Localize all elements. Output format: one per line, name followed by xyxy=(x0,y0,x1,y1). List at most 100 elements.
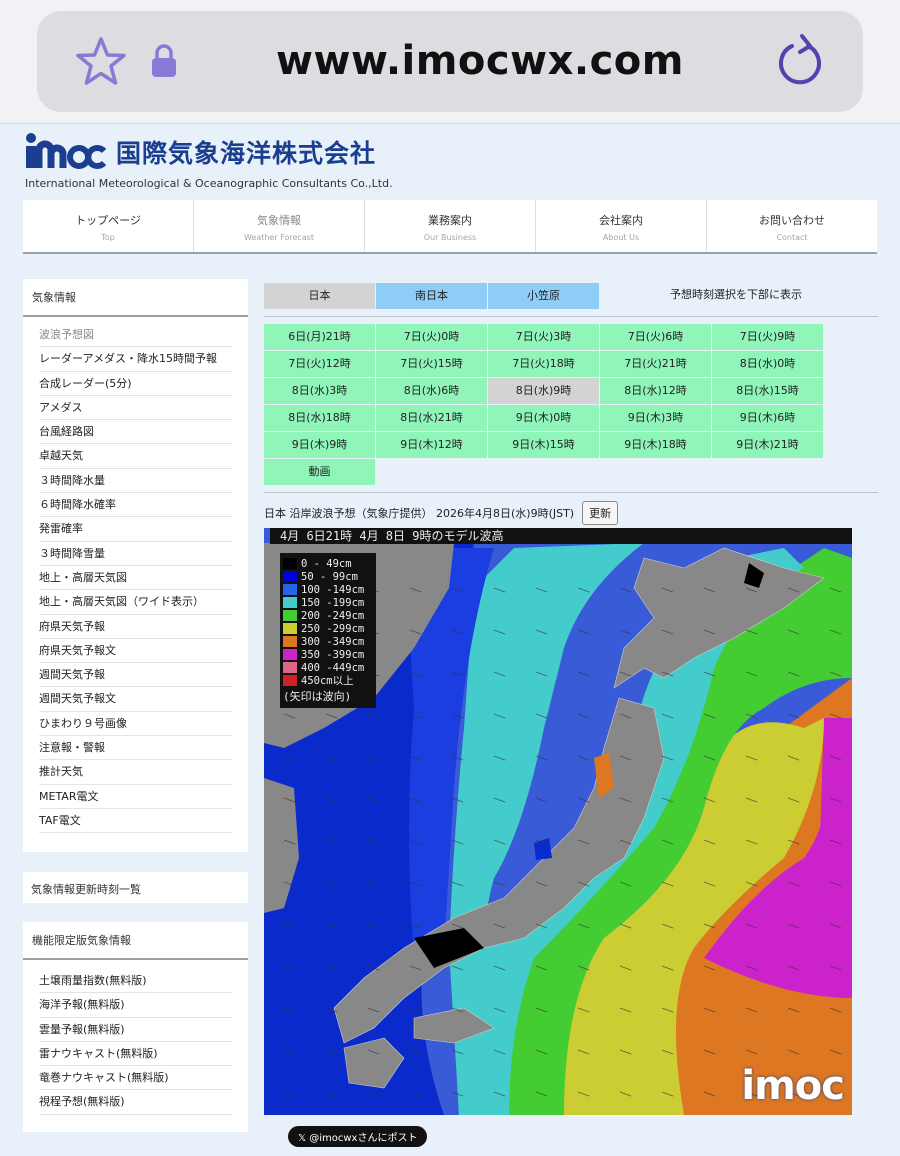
legend-row: 0 - 49cm xyxy=(283,557,373,570)
legend-label: 450cm以上 xyxy=(301,675,354,687)
legend-row: 50 - 99cm xyxy=(283,570,373,583)
legend-label: 100 -149cm xyxy=(301,583,365,596)
sidebar-item[interactable]: 注意報・警報 xyxy=(39,736,232,761)
limited-item[interactable]: 海洋予報(無料版) xyxy=(39,993,232,1018)
sidebar-item[interactable]: 台風経路図 xyxy=(39,420,232,445)
time-cell[interactable]: 9日(木)12時 xyxy=(376,432,487,458)
sidebar-update-times[interactable]: 気象情報更新時刻一覧 xyxy=(23,872,248,903)
sidebar-item[interactable]: ひまわり９号画像 xyxy=(39,712,232,737)
time-cell[interactable]: 7日(火)6時 xyxy=(600,324,711,350)
sidebar-item[interactable]: 府県天気予報文 xyxy=(39,639,232,664)
sidebar-item[interactable]: ３時間降水量 xyxy=(39,469,232,494)
divider xyxy=(264,492,878,493)
limited-list: 土壌雨量指数(無料版) 海洋予報(無料版) 雲量予報(無料版) 雷ナウキャスト(無料版… xyxy=(23,960,248,1123)
sidebar-item[interactable]: 卓越天気 xyxy=(39,444,232,469)
sidebar-item[interactable]: レーダーアメダス・降水15時間予報 xyxy=(39,347,232,372)
legend-swatch xyxy=(283,584,297,595)
nav-label: 会社案内 xyxy=(599,214,643,227)
time-cell[interactable]: 9日(木)18時 xyxy=(600,432,711,458)
nav-top[interactable]: トップページ Top xyxy=(23,200,194,252)
time-cell[interactable]: 7日(火)3時 xyxy=(488,324,599,350)
reload-icon[interactable] xyxy=(776,34,824,86)
sidebar-item[interactable]: 合成レーダー(5分) xyxy=(39,372,232,396)
time-cell[interactable]: 8日(水)9時 xyxy=(488,378,599,404)
time-cell[interactable]: 7日(火)0時 xyxy=(376,324,487,350)
nav-our-business[interactable]: 業務案内 Our Business xyxy=(365,200,536,252)
time-cell[interactable]: 9日(木)21時 xyxy=(712,432,823,458)
time-cell[interactable]: 8日(水)15時 xyxy=(712,378,823,404)
time-cell[interactable]: 9日(木)6時 xyxy=(712,405,823,431)
nav-weather-forecast[interactable]: 気象情報 Weather Forecast xyxy=(194,200,365,252)
sidebar-item[interactable]: ６時間降水確率 xyxy=(39,493,232,518)
legend-swatch xyxy=(283,571,297,582)
region-tabs: 日本 南日本 小笠原 xyxy=(264,283,600,309)
nav-label: トップページ xyxy=(75,214,141,227)
legend-label: 50 - 99cm xyxy=(301,570,358,583)
legend-label: 350 -399cm xyxy=(301,648,365,661)
time-cell[interactable]: 6日(月)21時 xyxy=(264,324,375,350)
time-cell[interactable]: 7日(火)15時 xyxy=(376,351,487,377)
legend-swatch xyxy=(283,597,297,608)
legend-row: 200 -249cm xyxy=(283,609,373,622)
nav-label: 業務案内 xyxy=(428,214,472,227)
sidebar-item[interactable]: 週間天気予報文 xyxy=(39,687,232,712)
time-cell[interactable]: 7日(火)18時 xyxy=(488,351,599,377)
time-cell[interactable]: 9日(木)3時 xyxy=(600,405,711,431)
legend-swatch xyxy=(283,649,297,660)
sidebar-item[interactable]: ３時間降雪量 xyxy=(39,542,232,566)
limited-item[interactable]: 視程予想(無料版) xyxy=(39,1090,232,1115)
sidebar-item[interactable]: TAF電文 xyxy=(39,809,232,834)
tab-south-japan[interactable]: 南日本 xyxy=(376,283,487,309)
sidebar-item[interactable]: 発雷確率 xyxy=(39,517,232,542)
time-cell[interactable]: 9日(木)9時 xyxy=(264,432,375,458)
legend-swatch xyxy=(283,636,297,647)
legend-row: 350 -399cm xyxy=(283,648,373,661)
nav-about-us[interactable]: 会社案内 About Us xyxy=(536,200,707,252)
sidebar-item[interactable]: 波浪予想図 xyxy=(39,323,232,348)
sidebar-weather-menu: 気象情報 波浪予想図 レーダーアメダス・降水15時間予報 合成レーダー(5分) アメダ… xyxy=(23,279,248,852)
time-cell[interactable]: 7日(火)21時 xyxy=(600,351,711,377)
limited-item[interactable]: 雷ナウキャスト(無料版) xyxy=(39,1042,232,1067)
browser-toolbar: www.imocwx.com xyxy=(0,0,900,124)
refresh-button[interactable]: 更新 xyxy=(582,501,619,525)
limited-item[interactable]: 雲量予報(無料版) xyxy=(39,1018,232,1042)
company-name-jp: 国際気象海洋株式会社 xyxy=(116,139,377,168)
sidebar-item[interactable]: 府県天気予報 xyxy=(39,615,232,639)
legend-swatch xyxy=(283,558,297,569)
sidebar-item[interactable]: アメダス xyxy=(39,396,232,421)
legend-swatch xyxy=(283,662,297,673)
time-cell[interactable]: 9日(木)15時 xyxy=(488,432,599,458)
time-cell[interactable]: 7日(火)9時 xyxy=(712,324,823,350)
legend-row: 450cm以上 xyxy=(283,674,373,687)
limited-item[interactable]: 土壌雨量指数(無料版) xyxy=(39,969,232,994)
tab-ogasawara[interactable]: 小笠原 xyxy=(488,283,599,309)
sidebar-item[interactable]: METAR電文 xyxy=(39,785,232,809)
forecast-time-grid: 6日(月)21時 7日(火)0時 7日(火)3時 7日(火)6時 7日(火)9時 7日(火… xyxy=(264,324,823,485)
time-cell[interactable]: 8日(水)18時 xyxy=(264,405,375,431)
tab-japan[interactable]: 日本 xyxy=(264,283,375,309)
time-cell[interactable]: 8日(水)6時 xyxy=(376,378,487,404)
legend-label: 400 -449cm xyxy=(301,661,365,674)
time-cell[interactable]: 8日(水)3時 xyxy=(264,378,375,404)
sidebar-item[interactable]: 推計天気 xyxy=(39,760,232,785)
legend-row: 300 -349cm xyxy=(283,635,373,648)
nav-contact[interactable]: お問い合わせ Contact xyxy=(707,200,877,252)
time-cell[interactable]: 8日(水)21時 xyxy=(376,405,487,431)
time-cell[interactable]: 8日(水)12時 xyxy=(600,378,711,404)
sidebar-item[interactable]: 地上・高層天気図（ワイド表示） xyxy=(39,590,232,615)
sidebar-item[interactable]: 週間天気予報 xyxy=(39,663,232,688)
divider xyxy=(264,316,878,317)
url-text[interactable]: www.imocwx.com xyxy=(200,38,760,84)
time-cell[interactable]: 9日(木)0時 xyxy=(488,405,599,431)
legend-swatch xyxy=(283,610,297,621)
time-cell[interactable]: 7日(火)12時 xyxy=(264,351,375,377)
update-times-link[interactable]: 気象情報更新時刻一覧 xyxy=(23,872,248,906)
imoc-watermark-logo: imoc xyxy=(741,1063,845,1109)
sidebar-item[interactable]: 地上・高層天気図 xyxy=(39,566,232,591)
bookmark-star-icon[interactable] xyxy=(74,36,128,88)
time-cell[interactable]: 8日(水)0時 xyxy=(712,351,823,377)
legend-swatch xyxy=(283,675,297,686)
animation-button[interactable]: 動画 xyxy=(264,459,375,485)
limited-item[interactable]: 竜巻ナウキャスト(無料版) xyxy=(39,1066,232,1091)
x-post-button[interactable]: 𝕏 @imocwxさんにポスト xyxy=(288,1126,428,1147)
